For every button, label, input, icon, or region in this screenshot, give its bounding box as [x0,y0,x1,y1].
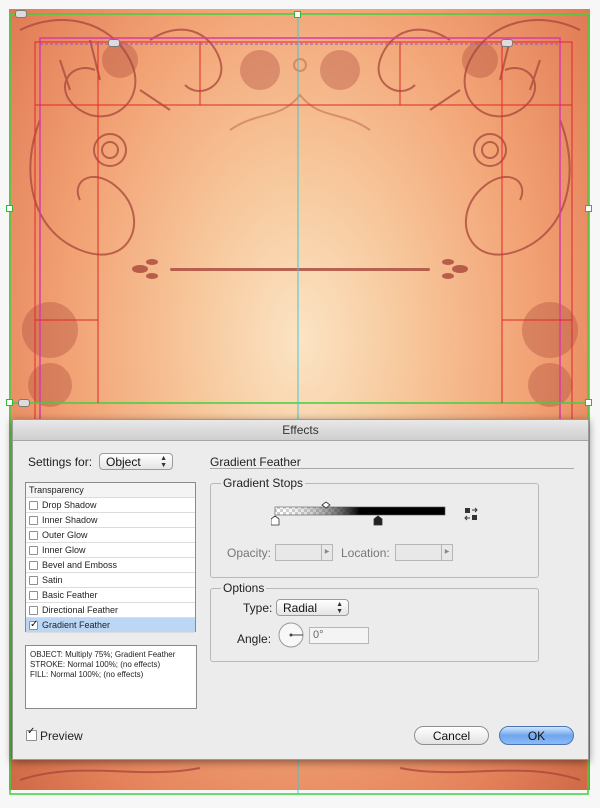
effect-checkbox[interactable] [29,501,38,510]
effect-row[interactable]: Basic Feather [26,588,195,603]
type-select[interactable]: Radial ▲ ▼ [276,599,349,616]
ok-button[interactable]: OK [499,726,574,745]
effect-checkbox[interactable] [29,617,38,632]
settings-for-value: Object [106,455,141,469]
gradient-stops-title: Gradient Stops [221,476,306,490]
effect-checkbox[interactable] [29,576,38,585]
effect-row[interactable]: Outer Glow [26,528,195,543]
preview-checkbox[interactable] [26,726,37,741]
stepper-arrow-icon[interactable]: ▶ [321,545,332,560]
effect-row[interactable]: Transparency [26,483,195,498]
effect-label: Satin [42,575,63,585]
cancel-button[interactable]: Cancel [414,726,489,745]
effect-label: Basic Feather [42,590,98,600]
effect-row[interactable]: Inner Glow [26,543,195,558]
settings-for-label: Settings for: [28,455,93,469]
location-field[interactable]: ▶ [395,544,453,561]
effect-label: Gradient Feather [42,620,111,630]
effect-label: Inner Shadow [42,515,98,525]
effect-row[interactable]: Drop Shadow [26,498,195,513]
effect-row[interactable]: Gradient Feather [26,617,195,633]
effect-checkbox[interactable] [29,591,38,600]
angle-field[interactable]: 0° [309,627,369,644]
gradient-stops-group [210,483,539,578]
selection-handle-bottom-right[interactable] [585,399,592,406]
effects-dialog: Effects Settings for: Object ▲ ▼ Transpar… [12,419,589,760]
link-icon [501,39,513,47]
effect-checkbox[interactable] [29,561,38,570]
gradient-ramp[interactable] [271,500,471,528]
select-arrows-icon: ▲ ▼ [336,601,343,615]
summary-line: FILL: Normal 100%; (no effects) [30,670,144,679]
opacity-field[interactable]: ▶ [275,544,333,561]
stop-left-icon [271,515,280,526]
effect-label: Bevel and Emboss [42,560,118,570]
link-icon [15,10,27,18]
effect-checkbox[interactable] [29,546,38,555]
effect-label: Outer Glow [42,530,88,540]
angle-dial-icon[interactable] [277,621,305,649]
type-value: Radial [283,601,318,615]
settings-for-select[interactable]: Object ▲ ▼ [99,453,173,470]
type-label: Type: [243,601,273,615]
selection-handle-left[interactable] [6,205,13,212]
effect-checkbox[interactable] [29,531,38,540]
effects-summary: OBJECT: Multiply 75%; Gradient Feather S… [25,645,197,709]
options-group [210,588,539,662]
location-label: Location: [341,546,390,560]
select-arrows-icon: ▲ ▼ [160,455,167,469]
summary-line: STROKE: Normal 100%; (no effects) [30,660,161,669]
effect-checkbox[interactable] [29,606,38,615]
dialog-title: Effects [13,420,588,441]
effect-row[interactable]: Inner Shadow [26,513,195,528]
angle-label: Angle: [237,632,272,646]
effect-checkbox[interactable] [29,516,38,525]
effect-label: Drop Shadow [42,500,97,510]
effect-label: Transparency [29,485,84,495]
stepper-arrow-icon[interactable]: ▶ [441,545,452,560]
effect-row[interactable]: Bevel and Emboss [26,558,195,573]
panel-title: Gradient Feather [210,455,301,469]
selection-handle-right[interactable] [585,205,592,212]
effect-label: Directional Feather [42,605,119,615]
stop-right-icon [373,515,383,526]
effect-label: Inner Glow [42,545,86,555]
link-icon [108,39,120,47]
opacity-label: Opacity: [227,546,272,560]
link-icon [18,399,30,407]
panel-title-divider [210,468,574,469]
effect-row[interactable]: Directional Feather [26,603,195,618]
options-title: Options [221,581,267,595]
effect-row[interactable]: Satin [26,573,195,588]
reverse-gradient-icon[interactable] [464,507,478,521]
summary-line: OBJECT: Multiply 75%; Gradient Feather [30,650,176,659]
selection-handle-top[interactable] [294,11,301,18]
selection-handle-bottom-left[interactable] [6,399,13,406]
effects-list[interactable]: Transparency Drop Shadow Inner Shadow Outer… [25,482,196,633]
preview-label[interactable]: Preview [40,729,83,743]
